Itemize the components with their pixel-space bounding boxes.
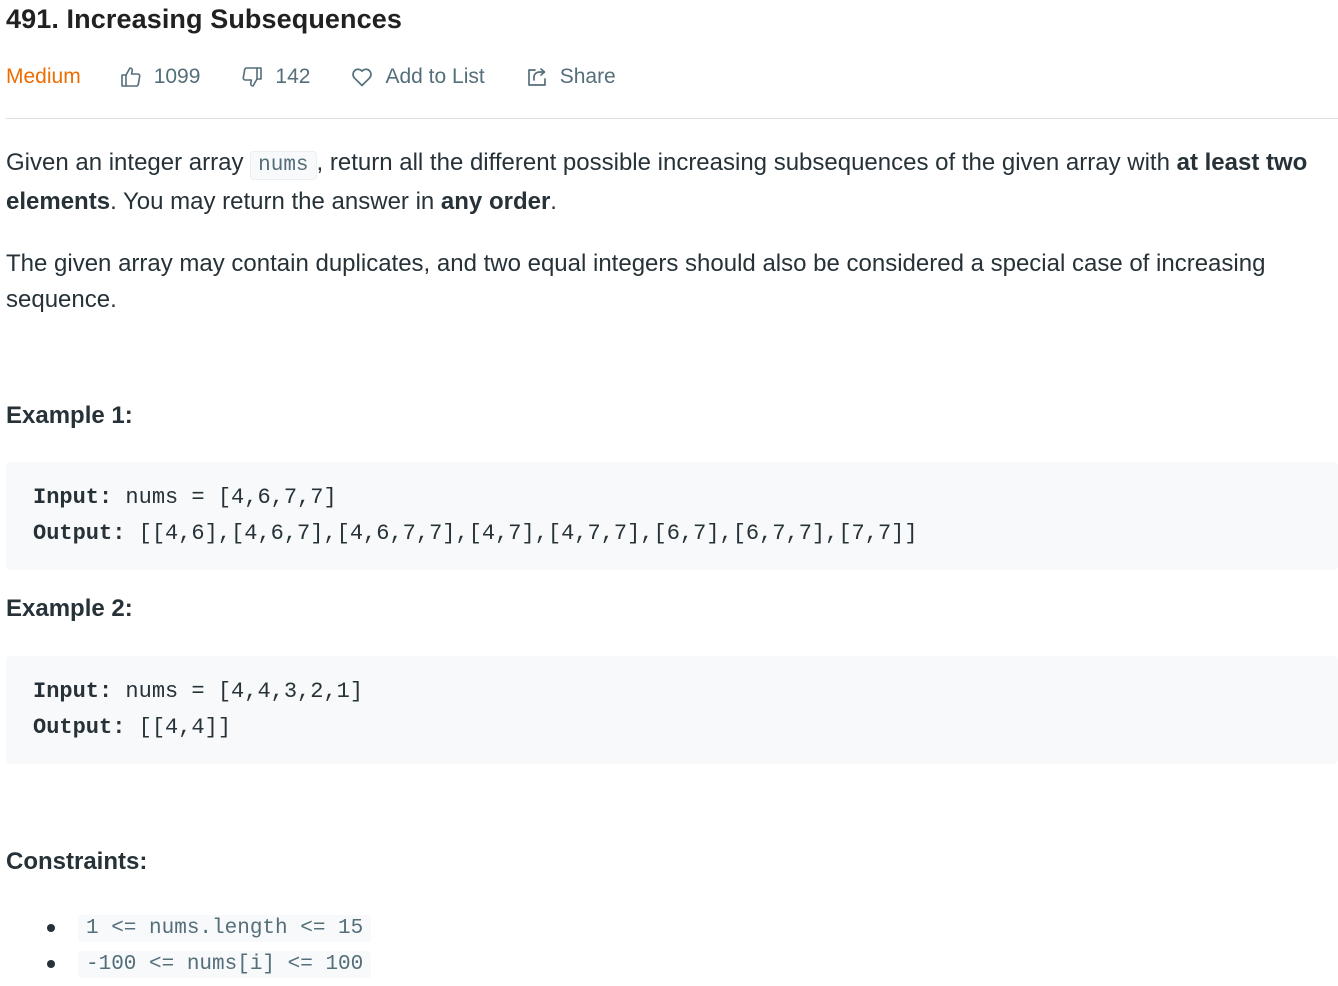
heart-icon <box>352 68 373 87</box>
add-to-list-label: Add to List <box>385 65 485 88</box>
dislike-button[interactable]: 142 <box>240 65 310 89</box>
example-2-code: Input: nums = [4,4,3,2,1] Output: [[4,4]… <box>6 656 1338 764</box>
constraints-heading: Constraints: <box>6 848 148 875</box>
add-to-list-button[interactable]: Add to List <box>350 65 485 89</box>
share-button[interactable]: Share <box>525 65 616 89</box>
example-1-output-line: Output: [[4,6],[4,6,7],[4,6,7,7],[4,7],[… <box>33 516 1338 552</box>
input-value: nums = [4,4,3,2,1] <box>112 679 364 704</box>
example-1-heading: Example 1: <box>6 402 133 429</box>
list-item: 1 <= nums.length <= 15 <box>6 910 372 946</box>
problem-title: 491. Increasing Subsequences <box>6 4 402 34</box>
constraint-code: 1 <= nums.length <= 15 <box>78 914 372 942</box>
dislike-count: 142 <box>275 65 311 88</box>
example-2-input-line: Input: nums = [4,4,3,2,1] <box>33 674 1338 710</box>
description-text: . You may return the answer in <box>110 188 441 215</box>
constraints-list: 1 <= nums.length <= 15 -100 <= nums[i] <… <box>6 910 372 982</box>
problem-meta-bar: Medium 1099 142 Add to List Share <box>6 60 656 94</box>
example-1-code: Input: nums = [4,6,7,7] Output: [[4,6],[… <box>6 462 1338 570</box>
output-label: Output: <box>33 715 126 740</box>
output-value: [[4,6],[4,6,7],[4,6,7,7],[4,7],[4,7,7],[… <box>125 521 918 546</box>
output-value: [[4,4]] <box>125 715 232 740</box>
description-text: Given an integer array <box>6 149 251 176</box>
constraint-code: -100 <= nums[i] <= 100 <box>78 950 372 978</box>
list-item: -100 <= nums[i] <= 100 <box>6 946 372 982</box>
description-paragraph-2: The given array may contain duplicates, … <box>6 250 1266 313</box>
description-paragraph-1: Given an integer array nums, return all … <box>6 145 1336 220</box>
share-icon <box>527 68 546 86</box>
input-value: nums = [4,6,7,7] <box>112 485 337 510</box>
like-button[interactable]: 1099 <box>119 65 201 89</box>
input-label: Input: <box>33 485 113 510</box>
thumbs-up-icon <box>120 67 141 87</box>
input-label: Input: <box>33 679 113 704</box>
like-count: 1099 <box>153 65 201 88</box>
problem-description: Given an integer array nums, return all … <box>6 145 1336 318</box>
example-1-input-line: Input: nums = [4,6,7,7] <box>33 480 1338 516</box>
example-2-heading: Example 2: <box>6 595 133 622</box>
example-2-output-line: Output: [[4,4]] <box>33 710 1338 746</box>
header-divider <box>6 118 1338 119</box>
description-emphasis: any order <box>440 188 551 215</box>
description-text: , return all the different possible incr… <box>316 149 1177 176</box>
bullet <box>47 924 55 932</box>
inline-code-nums: nums <box>250 151 317 180</box>
output-label: Output: <box>33 521 126 546</box>
description-text: . <box>550 188 557 215</box>
thumbs-down-icon <box>242 67 263 87</box>
difficulty-label: Medium <box>6 65 81 88</box>
share-label: Share <box>559 65 616 88</box>
bullet <box>47 960 55 968</box>
